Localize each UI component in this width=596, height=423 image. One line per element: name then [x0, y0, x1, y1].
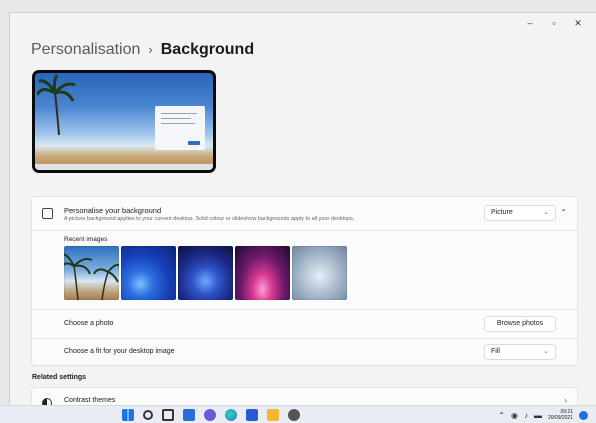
- fit-select[interactable]: Fill ⌄: [484, 344, 556, 360]
- chat-icon[interactable]: [204, 409, 216, 421]
- contrast-themes-label: Contrast themes: [64, 397, 116, 404]
- fit-label: Choose a fit for your desktop image: [64, 348, 175, 355]
- store-icon[interactable]: [246, 409, 258, 421]
- desktop-preview: [32, 70, 216, 173]
- maximize-button[interactable]: ▫: [542, 16, 566, 30]
- chevron-down-icon: ⌄: [543, 348, 549, 355]
- background-description: A picture background applies to your cur…: [64, 216, 355, 222]
- fit-row: Choose a fit for your desktop image Fill…: [32, 339, 577, 366]
- file-explorer-icon[interactable]: [267, 409, 279, 421]
- recent-image-blue-bloom-2[interactable]: [178, 246, 233, 300]
- task-view-icon[interactable]: [162, 409, 174, 421]
- recent-image-white-bloom[interactable]: [292, 246, 347, 300]
- widgets-icon[interactable]: [183, 409, 195, 421]
- breadcrumb-separator: ›: [148, 42, 153, 57]
- chevron-up-icon[interactable]: ⌃: [560, 208, 567, 217]
- chevron-down-icon: ⌄: [543, 209, 549, 216]
- recent-images-list: [64, 246, 347, 300]
- preview-wallpaper: [35, 73, 213, 170]
- windows-start-icon[interactable]: [122, 409, 134, 421]
- personalise-background-row[interactable]: Personalise your background A picture ba…: [32, 197, 577, 230]
- system-tray: ⌃ ◉ ♪ ▬ 09:21 20/09/2021: [498, 409, 588, 421]
- window-controls: – ▫ ✕: [518, 16, 590, 30]
- preview-window-graphic: [155, 106, 205, 150]
- close-button[interactable]: ✕: [566, 16, 590, 30]
- taskbar: ⌃ ◉ ♪ ▬ 09:21 20/09/2021: [0, 405, 596, 423]
- volume-icon[interactable]: ♪: [524, 411, 528, 420]
- recent-image-beach[interactable]: [64, 246, 119, 300]
- notification-icon[interactable]: [579, 410, 588, 420]
- preview-taskbar: [35, 164, 213, 170]
- edge-icon[interactable]: [225, 409, 237, 421]
- page-title: Background: [160, 41, 255, 58]
- background-type-select[interactable]: Picture ⌄: [484, 205, 556, 221]
- background-title: Personalise your background: [64, 206, 162, 215]
- palm-tree-graphic: [37, 75, 76, 135]
- related-settings-heading: Related settings: [32, 374, 87, 381]
- settings-window: – ▫ ✕ Personalisation › Background Perso…: [9, 12, 596, 405]
- browse-photos-button[interactable]: Browse photos: [484, 316, 556, 332]
- clock[interactable]: 09:21 20/09/2021: [548, 409, 573, 421]
- contrast-icon: [42, 398, 52, 405]
- recent-image-blue-bloom-1[interactable]: [121, 246, 176, 300]
- fit-value: Fill: [491, 348, 500, 355]
- taskbar-pinned-icons: [122, 409, 300, 421]
- search-icon[interactable]: [143, 410, 153, 420]
- background-type-value: Picture: [491, 209, 513, 216]
- image-icon: [42, 208, 53, 219]
- recent-images-label: Recent images: [64, 236, 108, 243]
- clock-date: 20/09/2021: [547, 415, 573, 421]
- wifi-icon[interactable]: ◉: [511, 411, 518, 420]
- choose-photo-label: Choose a photo: [64, 320, 114, 327]
- recent-image-purple-glow[interactable]: [235, 246, 290, 300]
- breadcrumb-parent-link[interactable]: Personalisation: [31, 41, 140, 59]
- battery-icon[interactable]: ▬: [534, 411, 542, 420]
- breadcrumb: Personalisation › Background: [31, 41, 254, 59]
- choose-photo-row: Choose a photo Browse photos: [32, 310, 577, 338]
- chevron-up-icon[interactable]: ⌃: [498, 411, 505, 420]
- contrast-themes-row[interactable]: Contrast themes ›: [31, 387, 578, 405]
- minimize-button[interactable]: –: [518, 16, 542, 30]
- settings-icon[interactable]: [288, 409, 300, 421]
- chevron-right-icon: ›: [564, 396, 567, 405]
- background-settings-card: Personalise your background A picture ba…: [31, 196, 578, 366]
